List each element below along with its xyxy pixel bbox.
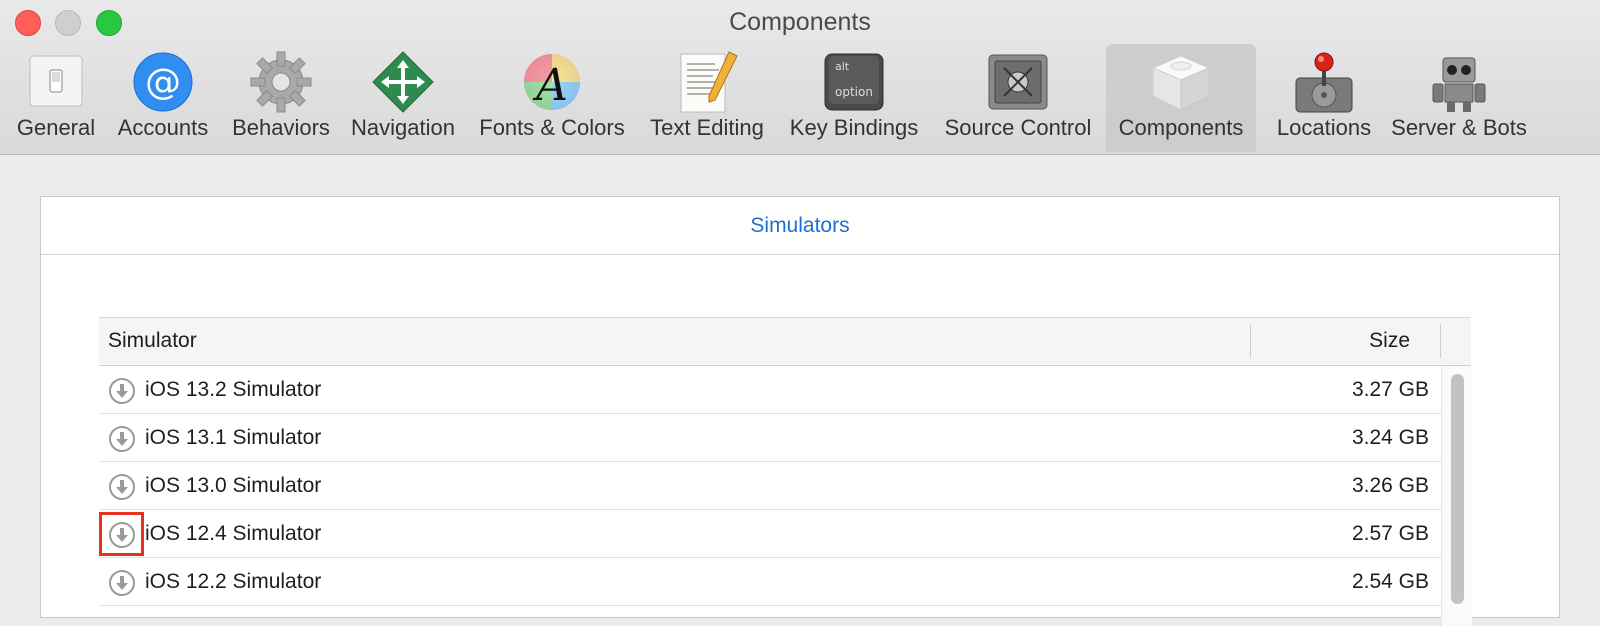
simulator-size: 3.24 GB [1351, 426, 1429, 449]
toolbar-label: Fonts & Colors [479, 115, 625, 140]
table-row[interactable]: iOS 12.2 Simulator 2.54 GB [99, 558, 1441, 606]
preferences-toolbar: General @ Accounts Behaviors Navigation … [0, 44, 1600, 154]
gear-icon [250, 51, 312, 113]
option-key-icon: alt option [824, 53, 884, 111]
toolbar-label: Behaviors [232, 115, 330, 140]
key-top-label: alt [835, 60, 850, 73]
document-pencil-icon [680, 51, 738, 113]
table-row[interactable]: iOS 13.1 Simulator 3.24 GB [99, 414, 1441, 462]
table-row[interactable]: iOS 12.4 Simulator 2.57 GB [99, 510, 1441, 558]
toolbar-label: Key Bindings [789, 115, 919, 140]
toolbar-general[interactable]: General [8, 44, 104, 152]
download-icon[interactable] [108, 473, 136, 501]
simulator-size: 3.27 GB [1351, 378, 1429, 401]
toolbar-label: Server & Bots [1391, 115, 1527, 140]
toolbar-accounts[interactable]: @ Accounts [108, 44, 218, 152]
toolbar-label: Locations [1276, 115, 1372, 140]
toolbar-label: Accounts [117, 115, 209, 140]
table-row[interactable]: iOS 13.2 Simulator 3.27 GB [99, 366, 1441, 414]
download-icon[interactable] [108, 425, 136, 453]
at-sign-icon: @ [133, 52, 193, 112]
color-wheel-font-icon: A [524, 54, 580, 111]
toolbar-behaviors[interactable]: Behaviors [224, 44, 338, 152]
simulator-name: iOS 13.0 Simulator [145, 474, 322, 497]
column-divider [1250, 324, 1251, 358]
simulator-name: iOS 13.1 Simulator [145, 426, 322, 449]
panel-header: Simulators [41, 197, 1559, 255]
toolbar-label: Components [1118, 115, 1244, 140]
table-header: Simulator Size [99, 318, 1471, 366]
simulators-table: Simulator Size iOS 13.2 Simulator 3.27 G… [99, 317, 1472, 626]
column-header-size[interactable]: Size [1369, 329, 1410, 353]
svg-text:A: A [532, 60, 568, 111]
toolbar-locations[interactable]: Locations [1264, 44, 1384, 152]
download-icon[interactable] [108, 377, 136, 405]
toolbar-source-control[interactable]: Source Control [938, 44, 1098, 152]
robot-icon [1432, 57, 1486, 112]
toolbar-label: Text Editing [650, 115, 764, 140]
toolbar-label: General [16, 115, 96, 140]
components-panel: Simulators Simulator Size iOS 13.2 Simul… [40, 196, 1560, 626]
title-bar: Components General @ Accounts Behaviors … [0, 0, 1600, 155]
simulator-size: 3.26 GB [1351, 474, 1429, 497]
scrollbar-thumb[interactable] [1451, 374, 1464, 604]
simulator-name: iOS 12.2 Simulator [145, 570, 322, 593]
simulator-size: 2.54 GB [1351, 570, 1429, 593]
toolbar-label: Navigation [351, 115, 455, 140]
component-cube-icon [1151, 55, 1211, 111]
hard-drive-joystick-icon [1295, 52, 1353, 113]
download-icon[interactable] [108, 521, 136, 549]
table-row[interactable]: iOS 13.0 Simulator 3.26 GB [99, 462, 1441, 510]
navigation-arrows-icon [372, 51, 434, 113]
toolbar-text-editing[interactable]: Text Editing [642, 44, 772, 152]
simulator-name: iOS 12.4 Simulator [145, 522, 322, 545]
toolbar-components[interactable]: Components [1106, 44, 1256, 152]
window-title: Components [729, 8, 871, 36]
tab-simulators[interactable]: Simulators [750, 214, 849, 238]
svg-text:@: @ [145, 62, 181, 103]
toolbar-label: Source Control [944, 115, 1092, 140]
simulator-size: 2.57 GB [1351, 522, 1429, 545]
toolbar-key-bindings[interactable]: alt option Key Bindings [780, 44, 928, 152]
simulator-name: iOS 13.2 Simulator [145, 378, 322, 401]
toolbar-server-bots[interactable]: Server & Bots [1384, 44, 1534, 152]
column-divider [1440, 324, 1441, 358]
safe-icon [988, 54, 1048, 110]
switch-icon [29, 55, 83, 107]
toolbar-fonts-colors[interactable]: A Fonts & Colors [470, 44, 634, 152]
key-bottom-label: option [835, 85, 873, 99]
column-header-simulator[interactable]: Simulator [108, 329, 197, 353]
toolbar-navigation[interactable]: Navigation [342, 44, 464, 152]
vertical-scrollbar[interactable] [1441, 366, 1472, 626]
download-icon[interactable] [108, 569, 136, 597]
